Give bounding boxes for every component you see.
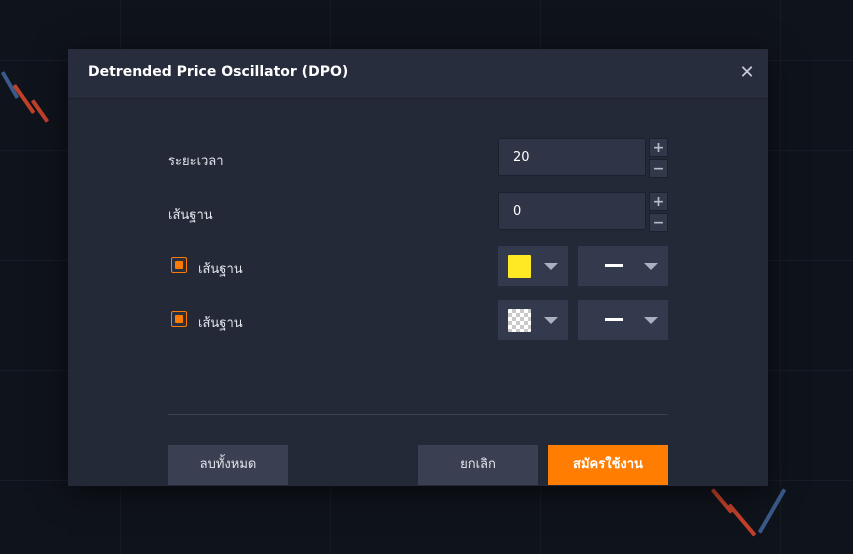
- chart-candle: [12, 83, 36, 115]
- baseline-value[interactable]: 0: [513, 204, 521, 219]
- style-row-2-color-picker[interactable]: [498, 300, 568, 340]
- apply-button[interactable]: สมัครใช้งาน: [548, 445, 668, 485]
- indicator-settings-dialog: Detrended Price Oscillator (DPO) ✕ ระยะเ…: [68, 49, 768, 486]
- period-value[interactable]: 20: [513, 150, 530, 165]
- checkbox-checkmark: [175, 261, 183, 269]
- divider: [168, 414, 668, 415]
- period-decrement-button[interactable]: −: [649, 159, 668, 178]
- baseline-input[interactable]: 0: [498, 192, 646, 230]
- baseline-label: เส้นฐาน: [168, 208, 213, 223]
- chart-candle: [710, 488, 734, 514]
- baseline-increment-button[interactable]: +: [649, 192, 668, 211]
- reset-all-button[interactable]: ลบทั้งหมด: [168, 445, 288, 485]
- line-style-solid-icon: [605, 264, 623, 267]
- style-row-1-color-picker[interactable]: [498, 246, 568, 286]
- dialog-title: Detrended Price Oscillator (DPO): [88, 64, 349, 80]
- color-swatch-yellow: [508, 255, 531, 278]
- cancel-button[interactable]: ยกเลิก: [418, 445, 538, 485]
- style-row-2-checkbox[interactable]: [171, 311, 187, 327]
- period-increment-button[interactable]: +: [649, 138, 668, 157]
- period-label: ระยะเวลา: [168, 154, 224, 169]
- chevron-down-icon: [644, 317, 658, 324]
- dialog-body: ระยะเวลา 20 + − เส้นฐาน 0 + − เส้นฐาน เส: [68, 99, 768, 486]
- style-row-1-label: เส้นฐาน: [198, 262, 243, 277]
- period-input[interactable]: 20: [498, 138, 646, 176]
- style-row-1-line-style-select[interactable]: [578, 246, 668, 286]
- baseline-decrement-button[interactable]: −: [649, 213, 668, 232]
- chevron-down-icon: [544, 263, 558, 270]
- style-row-1-checkbox[interactable]: [171, 257, 187, 273]
- chart-candle: [757, 488, 787, 534]
- line-style-solid-icon: [605, 318, 623, 321]
- chevron-down-icon: [644, 263, 658, 270]
- checkbox-checkmark: [175, 315, 183, 323]
- style-row-2-label: เส้นฐาน: [198, 316, 243, 331]
- close-icon[interactable]: ✕: [738, 64, 756, 82]
- grid-line: [780, 0, 781, 554]
- chart-candle: [727, 503, 757, 537]
- chevron-down-icon: [544, 317, 558, 324]
- color-swatch-transparent: [508, 309, 531, 332]
- style-row-2-line-style-select[interactable]: [578, 300, 668, 340]
- dialog-header: Detrended Price Oscillator (DPO) ✕: [68, 49, 768, 99]
